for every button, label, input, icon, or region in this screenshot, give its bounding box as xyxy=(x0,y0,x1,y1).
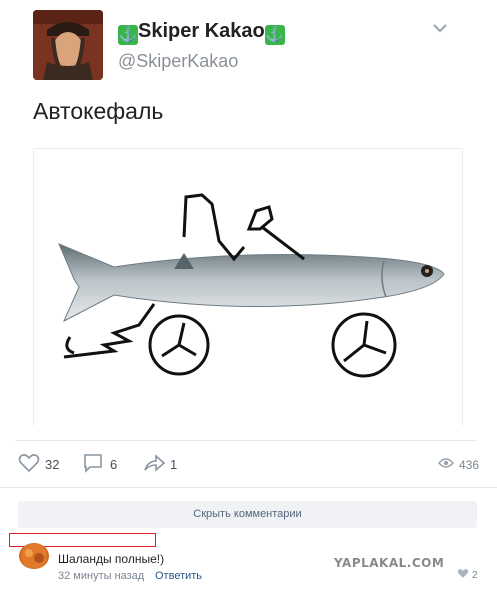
author-avatar[interactable] xyxy=(33,10,103,80)
share-icon xyxy=(143,453,166,476)
comment-icon xyxy=(83,453,103,476)
like-count: 32 xyxy=(45,457,60,472)
views-count: 436 xyxy=(459,457,480,472)
comment-count: 6 xyxy=(110,457,118,472)
author-handle[interactable]: @SkiperKakao xyxy=(118,51,238,72)
author-name[interactable]: ⚓Skiper Kakao⚓ xyxy=(118,20,285,45)
views-counter: 436 xyxy=(438,457,479,472)
heart-icon xyxy=(18,453,40,476)
anchor-icon: ⚓ xyxy=(118,25,138,45)
share-button[interactable]: 1 xyxy=(143,453,177,476)
like-button[interactable]: 32 xyxy=(18,453,59,476)
post-image[interactable] xyxy=(33,148,463,426)
share-count: 1 xyxy=(170,457,178,472)
comment-like-count: 2 xyxy=(472,569,478,581)
watermark: YAPLAKAL.COM xyxy=(334,556,445,570)
eye-icon xyxy=(438,457,454,472)
heart-icon xyxy=(457,568,469,582)
comment-time[interactable]: 32 минуты назад xyxy=(58,570,144,582)
author-name-text: Skiper Kakao xyxy=(138,20,265,42)
reply-link[interactable]: Ответить xyxy=(155,570,202,582)
hide-comments-button[interactable]: Скрыть комментарии xyxy=(18,501,477,528)
post-text: Автокефаль xyxy=(33,98,164,124)
commenter-avatar[interactable] xyxy=(19,543,49,569)
anchor-icon: ⚓ xyxy=(264,25,285,45)
comment-text: Шаланды полные!) xyxy=(58,552,165,566)
chevron-down-icon[interactable] xyxy=(432,20,448,41)
comments-divider xyxy=(0,487,497,488)
post-divider xyxy=(15,440,477,441)
comment-like-button[interactable]: 2 xyxy=(457,568,478,582)
comment-button[interactable]: 6 xyxy=(83,453,117,476)
